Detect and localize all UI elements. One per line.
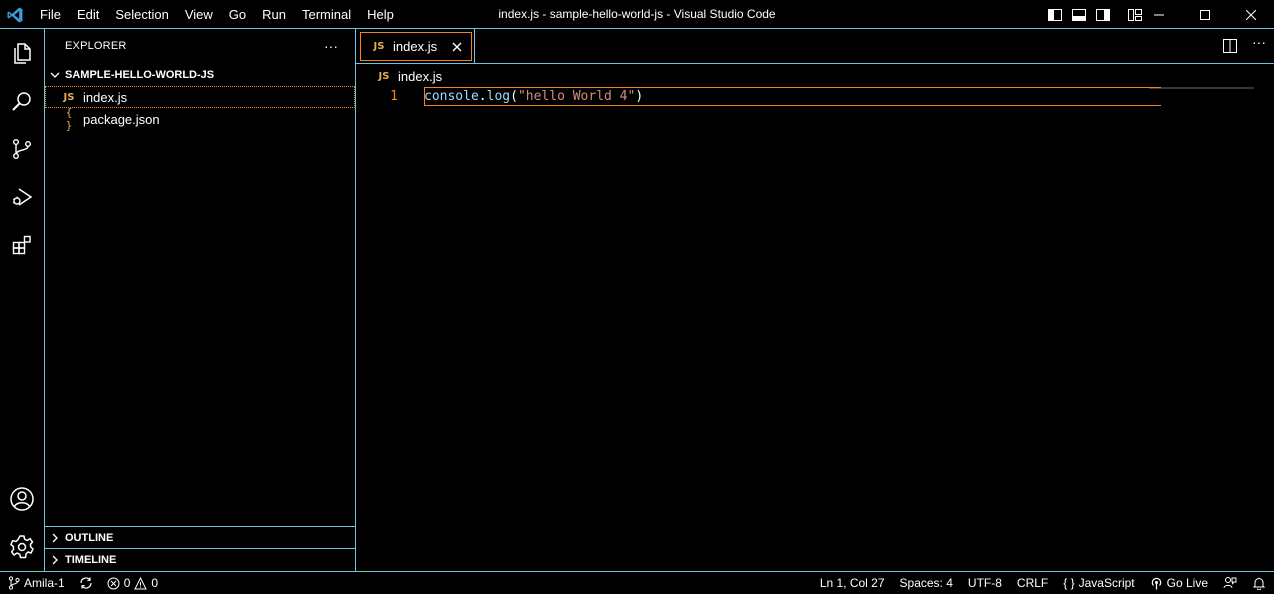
search-icon[interactable] bbox=[0, 77, 44, 125]
warning-icon bbox=[134, 576, 148, 589]
explorer-icon[interactable] bbox=[0, 29, 44, 77]
folder-name: SAMPLE-HELLO-WORLD-JS bbox=[65, 69, 215, 81]
tab-bar: JS index.js ··· bbox=[356, 29, 1274, 64]
file-name: package.json bbox=[83, 111, 160, 127]
minimize-icon[interactable] bbox=[1136, 0, 1182, 29]
toggle-primary-sidebar-icon[interactable] bbox=[1046, 6, 1064, 24]
folder-section-header[interactable]: SAMPLE-HELLO-WORLD-JS bbox=[45, 64, 355, 86]
title-bar: File Edit Selection View Go Run Terminal… bbox=[0, 0, 1274, 29]
breadcrumb-file[interactable]: index.js bbox=[398, 69, 442, 84]
menu-view[interactable]: View bbox=[177, 0, 221, 29]
vscode-logo-icon bbox=[7, 7, 23, 23]
explorer-title: EXPLORER bbox=[65, 40, 127, 52]
token-paren-open: ( bbox=[510, 89, 518, 104]
language-mode[interactable]: { } JavaScript bbox=[1063, 576, 1134, 590]
branch-status[interactable]: Amila-1 bbox=[8, 576, 65, 590]
close-tab-icon[interactable] bbox=[449, 39, 465, 55]
git-branch-icon bbox=[8, 576, 20, 590]
notifications-bell-icon[interactable] bbox=[1252, 576, 1266, 590]
menu-run[interactable]: Run bbox=[254, 0, 294, 29]
token-paren-close: ) bbox=[635, 89, 644, 104]
timeline-label: TIMELINE bbox=[65, 553, 117, 566]
menu-selection[interactable]: Selection bbox=[107, 0, 176, 29]
toggle-panel-icon[interactable] bbox=[1070, 6, 1088, 24]
chevron-down-icon bbox=[45, 64, 65, 86]
outline-section-header[interactable]: OUTLINE bbox=[45, 526, 355, 548]
error-icon bbox=[107, 577, 120, 589]
problems-status[interactable]: 0 0 bbox=[107, 576, 158, 590]
file-item-package-json[interactable]: { } package.json bbox=[45, 106, 355, 132]
timeline-section-header[interactable]: TIMELINE bbox=[45, 548, 355, 570]
tab-separator bbox=[474, 29, 475, 64]
indentation[interactable]: Spaces: 4 bbox=[900, 576, 953, 590]
toggle-secondary-sidebar-icon[interactable] bbox=[1094, 6, 1112, 24]
js-file-icon: JS bbox=[63, 91, 75, 103]
token-string: "hello World 4" bbox=[517, 89, 636, 104]
status-bar: Amila-1 0 0 Ln 1, Col 27 Spaces: 4 UTF-8… bbox=[0, 571, 1274, 594]
run-debug-icon[interactable] bbox=[0, 173, 44, 221]
cursor-position[interactable]: Ln 1, Col 27 bbox=[820, 576, 885, 590]
tab-index-js[interactable]: JS index.js bbox=[360, 32, 472, 61]
more-actions-icon[interactable]: ··· bbox=[321, 37, 341, 57]
explorer-sidebar: EXPLORER ··· SAMPLE-HELLO-WORLD-JS JS in… bbox=[45, 29, 356, 571]
split-editor-icon[interactable] bbox=[1222, 38, 1238, 54]
sync-icon bbox=[80, 577, 92, 589]
go-live-label: Go Live bbox=[1166, 576, 1208, 590]
window-controls bbox=[1136, 0, 1274, 29]
settings-gear-icon[interactable] bbox=[0, 523, 44, 571]
file-name: index.js bbox=[83, 89, 128, 105]
token-identifier: console bbox=[424, 89, 479, 104]
menu-bar: File Edit Selection View Go Run Terminal… bbox=[32, 0, 402, 29]
accounts-icon[interactable] bbox=[0, 475, 44, 523]
file-item-index-js[interactable]: JS index.js bbox=[45, 86, 355, 108]
status-right: Ln 1, Col 27 Spaces: 4 UTF-8 CRLF { } Ja… bbox=[820, 572, 1266, 594]
menu-help[interactable]: Help bbox=[359, 0, 402, 29]
feedback-icon[interactable] bbox=[1223, 576, 1237, 590]
token-method: log bbox=[486, 89, 511, 104]
editor-more-actions-icon[interactable]: ··· bbox=[1252, 34, 1266, 50]
source-control-icon[interactable] bbox=[0, 125, 44, 173]
line-ending[interactable]: CRLF bbox=[1017, 576, 1048, 590]
layout-controls bbox=[1046, 0, 1144, 29]
close-window-icon[interactable] bbox=[1228, 0, 1274, 29]
js-file-icon: JS bbox=[378, 70, 390, 82]
menu-file[interactable]: File bbox=[32, 0, 69, 29]
sync-status[interactable] bbox=[79, 576, 93, 590]
go-live-button[interactable]: Go Live bbox=[1150, 576, 1208, 590]
token-dot: . bbox=[478, 89, 487, 104]
broadcast-icon bbox=[1151, 577, 1161, 589]
warning-count: 0 bbox=[151, 576, 159, 590]
braces-icon: { } bbox=[1063, 576, 1075, 590]
branch-name: Amila-1 bbox=[24, 576, 65, 590]
js-file-icon: JS bbox=[373, 41, 385, 52]
code-text[interactable]: console.log("hello World 4") bbox=[424, 87, 643, 106]
code-line[interactable]: 1 console.log("hello World 4") bbox=[356, 87, 1274, 106]
extensions-icon[interactable] bbox=[0, 221, 44, 269]
menu-go[interactable]: Go bbox=[221, 0, 254, 29]
status-left: Amila-1 0 0 bbox=[8, 572, 158, 594]
editor-area: JS index.js ··· JS index.js 1 console.lo… bbox=[356, 29, 1274, 571]
outline-label: OUTLINE bbox=[65, 531, 114, 544]
activity-bar bbox=[0, 29, 45, 571]
maximize-icon[interactable] bbox=[1182, 0, 1228, 29]
language-name: JavaScript bbox=[1078, 576, 1135, 590]
line-number: 1 bbox=[390, 89, 398, 104]
menu-edit[interactable]: Edit bbox=[69, 0, 107, 29]
json-file-icon: { } bbox=[65, 106, 73, 132]
error-count: 0 bbox=[123, 576, 131, 590]
breadcrumb[interactable]: JS index.js bbox=[376, 65, 443, 87]
chevron-right-icon bbox=[45, 527, 65, 549]
chevron-right-icon bbox=[45, 549, 65, 571]
encoding[interactable]: UTF-8 bbox=[968, 576, 1002, 590]
explorer-header: EXPLORER ··· bbox=[45, 29, 355, 64]
tab-label: index.js bbox=[393, 39, 438, 54]
menu-terminal[interactable]: Terminal bbox=[294, 0, 359, 29]
